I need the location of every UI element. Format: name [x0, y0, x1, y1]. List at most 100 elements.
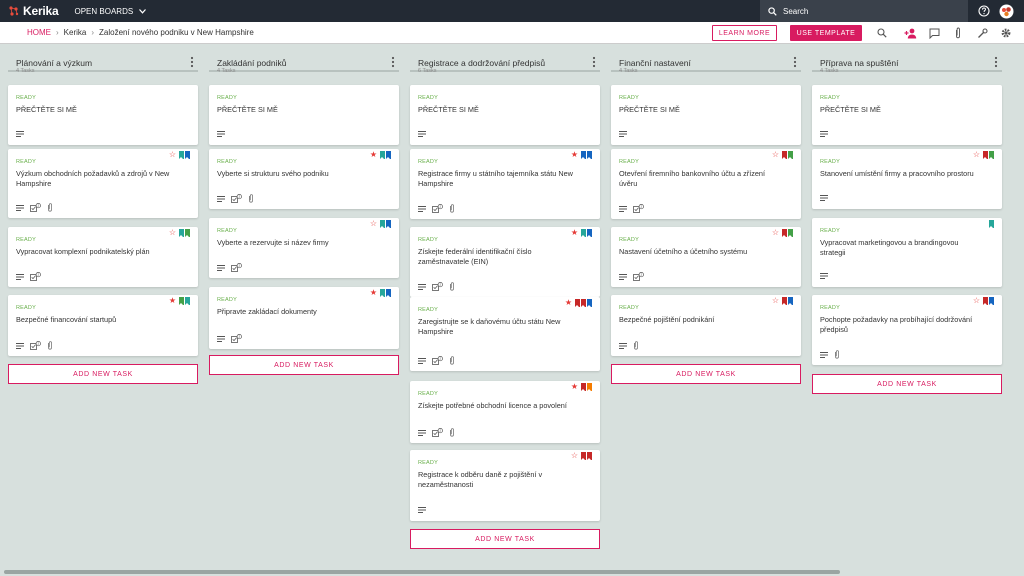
tag-flag-icon — [788, 297, 793, 305]
task-card[interactable]: READY PŘEČTĚTE SI MĚ — [611, 85, 801, 145]
star-outline-icon[interactable]: ☆ — [973, 151, 980, 159]
task-card[interactable]: ★ READY Vyberte si strukturu svého podniku… — [209, 149, 399, 209]
column-title[interactable]: Finanční nastavení — [619, 58, 691, 68]
task-card[interactable]: ★ READY Registrace firmy u státního tajemn… — [410, 149, 600, 219]
more-vert-icon[interactable] — [992, 56, 1000, 68]
task-card[interactable]: ★ READY Bezpečné financování startupů 2 — [8, 295, 198, 356]
card-status: READY — [820, 159, 840, 165]
chat-icon[interactable] — [927, 26, 941, 40]
task-card[interactable]: ☆ READY Pochopte požadavky na probíhající … — [812, 295, 1002, 365]
attachment-icon[interactable] — [951, 26, 965, 40]
task-card[interactable]: ★ READY Připravte zakládací dokumenty 2 — [209, 287, 399, 349]
card-icons: 2 — [16, 341, 53, 352]
card-icons: 2 — [418, 428, 455, 439]
star-filled-icon[interactable]: ★ — [571, 151, 578, 159]
task-card[interactable]: ☆ READY Registrace k odběru daně z pojiště… — [410, 450, 600, 521]
star-outline-icon[interactable]: ☆ — [169, 229, 176, 237]
search-input[interactable]: Search — [760, 0, 968, 22]
card-title: Připravte zakládací dokumenty — [217, 307, 317, 316]
description-icon — [418, 506, 426, 515]
task-card[interactable]: ★ READY Získejte potřebné obchodní licence… — [410, 381, 600, 443]
open-boards-menu[interactable]: OPEN BOARDS — [75, 7, 147, 16]
attachment-icon — [449, 356, 455, 367]
add-new-task-button[interactable]: ADD NEW TASK — [611, 364, 801, 384]
column-header: Zakládání podniků 4 Tasks — [209, 52, 399, 74]
task-card[interactable]: READY PŘEČTĚTE SI MĚ — [812, 85, 1002, 145]
star-outline-icon[interactable]: ☆ — [772, 297, 779, 305]
search-icon[interactable] — [875, 26, 889, 40]
column-title[interactable]: Plánování a výzkum — [16, 58, 92, 68]
avatar[interactable] — [998, 3, 1014, 19]
add-new-task-button[interactable]: ADD NEW TASK — [8, 364, 198, 384]
tag-flag-icon — [782, 151, 787, 159]
more-vert-icon[interactable] — [590, 56, 598, 68]
checklist-icon: 2 — [432, 282, 443, 293]
card-flags: ★ — [571, 383, 592, 391]
more-vert-icon[interactable] — [389, 56, 397, 68]
card-icons — [820, 272, 828, 281]
column-title[interactable]: Registrace a dodržování předpisů — [418, 58, 545, 68]
task-card[interactable]: ☆ READY Stanovení umístění firmy a pracovn… — [812, 149, 1002, 209]
star-filled-icon[interactable]: ★ — [370, 289, 377, 297]
star-filled-icon[interactable]: ★ — [571, 229, 578, 237]
board-header: HOME › Kerika › Založení nového podniku … — [0, 22, 1024, 44]
card-flags: ☆ — [973, 297, 994, 305]
horizontal-scrollbar[interactable] — [4, 570, 840, 574]
tag-flag-icon — [587, 299, 592, 307]
task-card[interactable]: ☆ READY Vyberte a rezervujte si název firm… — [209, 218, 399, 278]
breadcrumb-home[interactable]: HOME — [27, 28, 51, 37]
task-card[interactable]: ★ READY Zaregistrujte se k daňovému účtu s… — [410, 297, 600, 371]
tag-flag-icon — [179, 229, 184, 237]
card-status: READY — [418, 460, 438, 466]
description-icon — [16, 204, 24, 213]
description-icon — [820, 194, 828, 203]
add-new-task-button[interactable]: ADD NEW TASK — [410, 529, 600, 549]
star-filled-icon[interactable]: ★ — [565, 299, 572, 307]
star-outline-icon[interactable]: ☆ — [772, 229, 779, 237]
gear-icon[interactable] — [999, 26, 1013, 40]
help-icon[interactable] — [976, 3, 992, 19]
task-card[interactable]: ★ READY Získejte federální identifikační č… — [410, 227, 600, 297]
task-card[interactable]: READY PŘEČTĚTE SI MĚ — [410, 85, 600, 145]
card-icons — [820, 350, 840, 361]
task-card[interactable]: READY PŘEČTĚTE SI MĚ — [209, 85, 399, 145]
learn-more-button[interactable]: LEARN MORE — [712, 25, 777, 41]
kerika-logo[interactable]: Kerika — [8, 4, 59, 18]
star-outline-icon[interactable]: ☆ — [370, 220, 377, 228]
task-card[interactable]: ☆ READY Vypracovat komplexní podnikatelský… — [8, 227, 198, 287]
card-flags: ☆ — [772, 229, 793, 237]
tools-icon[interactable] — [975, 26, 989, 40]
add-user-icon[interactable] — [903, 26, 917, 40]
card-icons: 2 — [418, 204, 455, 215]
attachment-icon — [449, 428, 455, 439]
add-new-task-button[interactable]: ADD NEW TASK — [209, 355, 399, 375]
column-title[interactable]: Příprava na spuštění — [820, 58, 898, 68]
star-filled-icon[interactable]: ★ — [571, 383, 578, 391]
use-template-button[interactable]: USE TEMPLATE — [790, 25, 862, 41]
card-flags: ☆ — [370, 220, 391, 228]
tag-flag-icon — [185, 297, 190, 305]
star-outline-icon[interactable]: ☆ — [571, 452, 578, 460]
task-card[interactable]: ☆ READY Otevření firemního bankovního účtu… — [611, 149, 801, 219]
column-title[interactable]: Zakládání podniků — [217, 58, 286, 68]
task-card[interactable]: ☆ READY Výzkum obchodních požadavků a zdro… — [8, 149, 198, 218]
card-title: Bezpečné pojištění podnikání — [619, 315, 715, 324]
task-card[interactable]: READY Vypracovat marketingovou a branding… — [812, 218, 1002, 287]
star-outline-icon[interactable]: ☆ — [169, 151, 176, 159]
tag-flag-icon — [581, 452, 586, 460]
add-new-task-button[interactable]: ADD NEW TASK — [812, 374, 1002, 394]
task-card[interactable]: READY PŘEČTĚTE SI MĚ — [8, 85, 198, 145]
task-card[interactable]: ☆ READY Nastavení účetního a účetního syst… — [611, 227, 801, 287]
star-filled-icon[interactable]: ★ — [370, 151, 377, 159]
task-card[interactable]: ☆ READY Bezpečné pojištění podnikání — [611, 295, 801, 356]
card-title: Výzkum obchodních požadavků a zdrojů v N… — [16, 169, 170, 188]
card-status: READY — [217, 159, 237, 165]
breadcrumb-account[interactable]: Kerika — [64, 28, 87, 37]
star-outline-icon[interactable]: ☆ — [772, 151, 779, 159]
more-vert-icon[interactable] — [188, 56, 196, 68]
card-title: Vyberte si strukturu svého podniku — [217, 169, 329, 178]
star-outline-icon[interactable]: ☆ — [973, 297, 980, 305]
column-header: Registrace a dodržování předpisů 6 Tasks — [410, 52, 600, 74]
more-vert-icon[interactable] — [791, 56, 799, 68]
star-filled-icon[interactable]: ★ — [169, 297, 176, 305]
